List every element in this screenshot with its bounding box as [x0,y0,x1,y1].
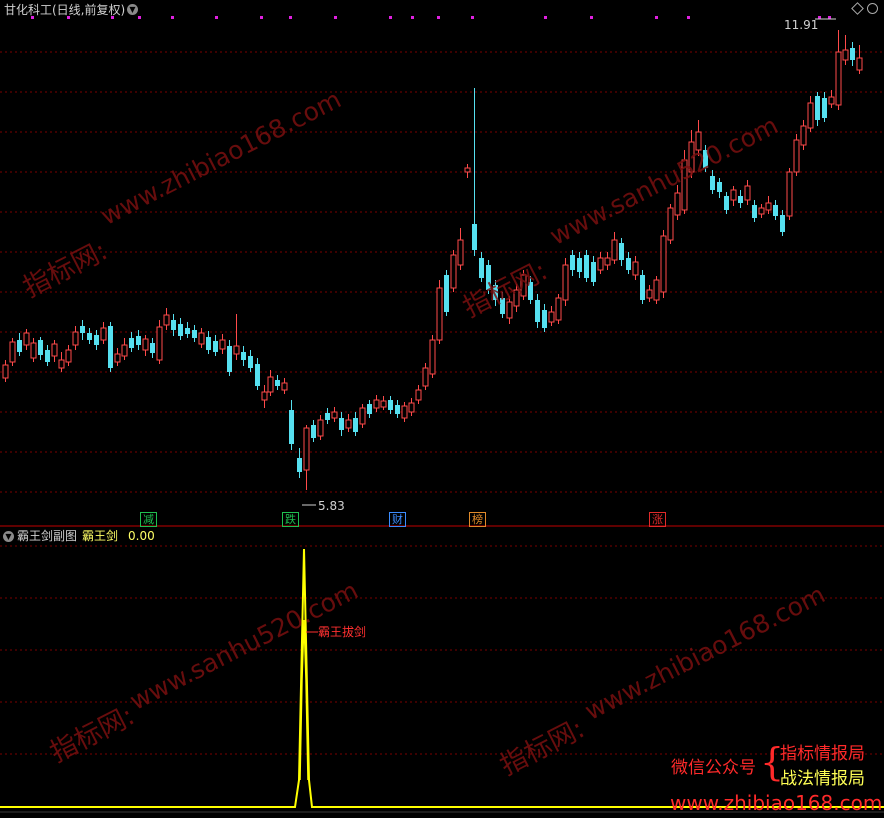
bottom-site-watermark: www.zhibiao168.com [670,791,883,815]
stock-title: 甘化科工(日线,前复权) [4,3,126,17]
indicator-series-value: 0.00 [128,529,155,543]
event-marker[interactable]: 财 [389,512,406,527]
circle-icon[interactable] [867,3,878,14]
event-marker[interactable]: 跌 [282,512,299,527]
event-marker[interactable]: 减 [140,512,157,527]
indicator-series-label: 霸王剑 [82,529,119,543]
promo-line-1: 指标情报局 [780,744,865,764]
app-window: www.zhibiao168.com 指标网: www.sanhu520.com… [0,0,884,818]
chevron-down-icon[interactable]: ▼ [3,531,14,542]
promo-line-2: 战法情报局 [780,769,865,789]
event-marker[interactable]: 榜 [469,512,486,527]
wechat-label: 微信公众号 [671,758,756,778]
low-price-label: 5.83 [318,499,345,513]
signal-label: 霸王拔剑 [318,625,367,639]
event-marker[interactable]: 涨 [649,512,666,527]
chevron-down-icon[interactable]: ▼ [127,4,138,15]
indicator-title: 霸王剑副图 [17,529,78,543]
high-price-label: 11.91 [784,18,819,32]
